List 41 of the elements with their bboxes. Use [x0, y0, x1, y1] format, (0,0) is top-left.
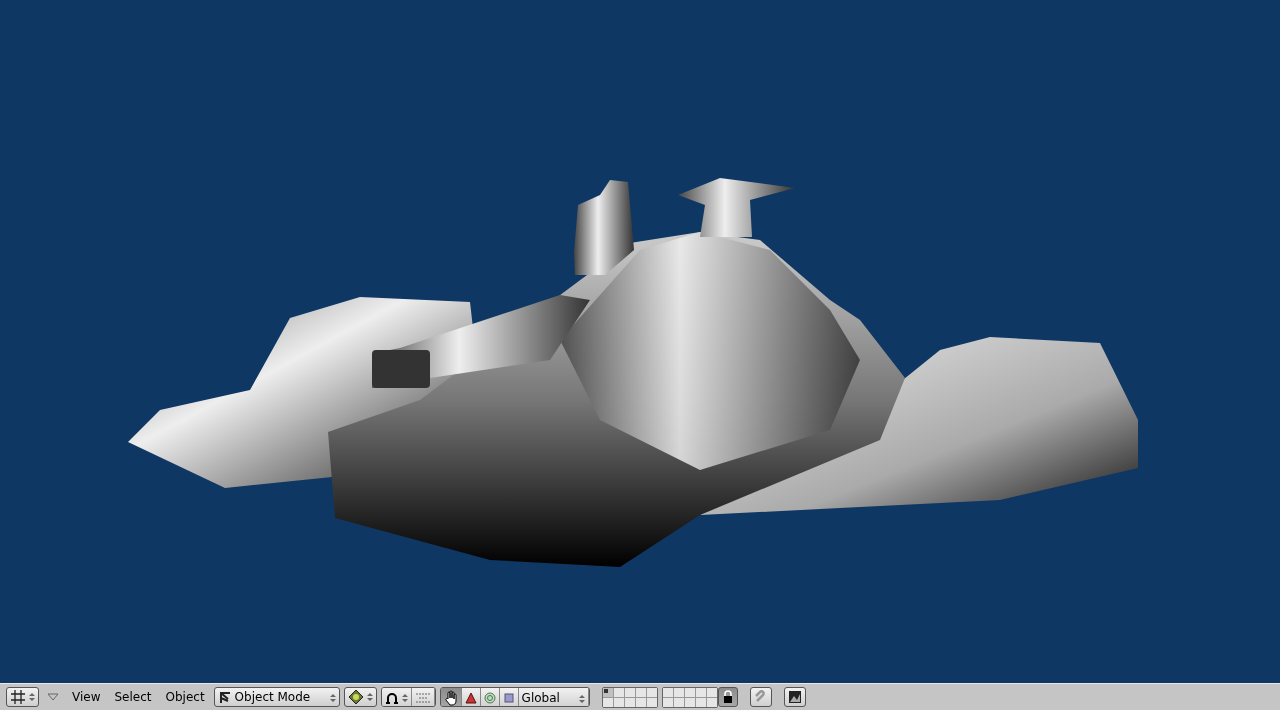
up-down-arrows-icon [401, 693, 408, 703]
hand-icon-toggle[interactable] [440, 688, 462, 706]
layer-button[interactable] [706, 687, 717, 697]
menu-item[interactable]: Object [160, 688, 210, 706]
shading-dropdown[interactable] [343, 687, 377, 707]
square-icon [502, 691, 515, 705]
lock-icon-toggle[interactable] [717, 687, 738, 707]
layer-button[interactable] [624, 687, 635, 697]
dotted-lines-icon [414, 692, 431, 704]
magnet-icon [753, 690, 768, 704]
up-down-arrows-icon [329, 692, 336, 703]
render-icon-button[interactable] [783, 687, 806, 707]
layer-button[interactable] [662, 697, 673, 707]
hand-icon [443, 690, 458, 706]
mode-dropdown[interactable]: Object Mode [213, 687, 340, 707]
layer-button[interactable] [662, 687, 673, 697]
layer-button[interactable] [673, 687, 684, 697]
pivot-dropdown[interactable] [381, 688, 412, 706]
up-down-arrows-icon [578, 693, 585, 704]
layer-button[interactable] [635, 687, 646, 697]
grid-icon [10, 689, 26, 705]
layer-button[interactable] [613, 687, 624, 697]
layer-button[interactable] [602, 687, 613, 697]
shaded-diamond-icon [347, 689, 364, 705]
pivot-icon [384, 691, 399, 705]
editor-type-button[interactable] [6, 687, 39, 707]
picture-icon [787, 690, 802, 704]
up-down-arrows-icon [366, 692, 373, 702]
up-down-arrows-icon [29, 692, 35, 702]
layer-button[interactable] [695, 687, 706, 697]
triangle-icon [464, 691, 477, 705]
lock-icon [721, 690, 734, 704]
axes-icon [217, 690, 232, 704]
layer-button[interactable] [646, 687, 657, 697]
circle-icon [483, 691, 496, 705]
menu-item[interactable]: Select [109, 688, 157, 706]
orientation-dropdown[interactable]: Global [518, 688, 589, 706]
menu-item[interactable]: View [67, 688, 106, 706]
magnet-icon-button[interactable] [749, 687, 772, 707]
layer-button[interactable] [684, 687, 695, 697]
layer-button[interactable] [602, 697, 613, 707]
